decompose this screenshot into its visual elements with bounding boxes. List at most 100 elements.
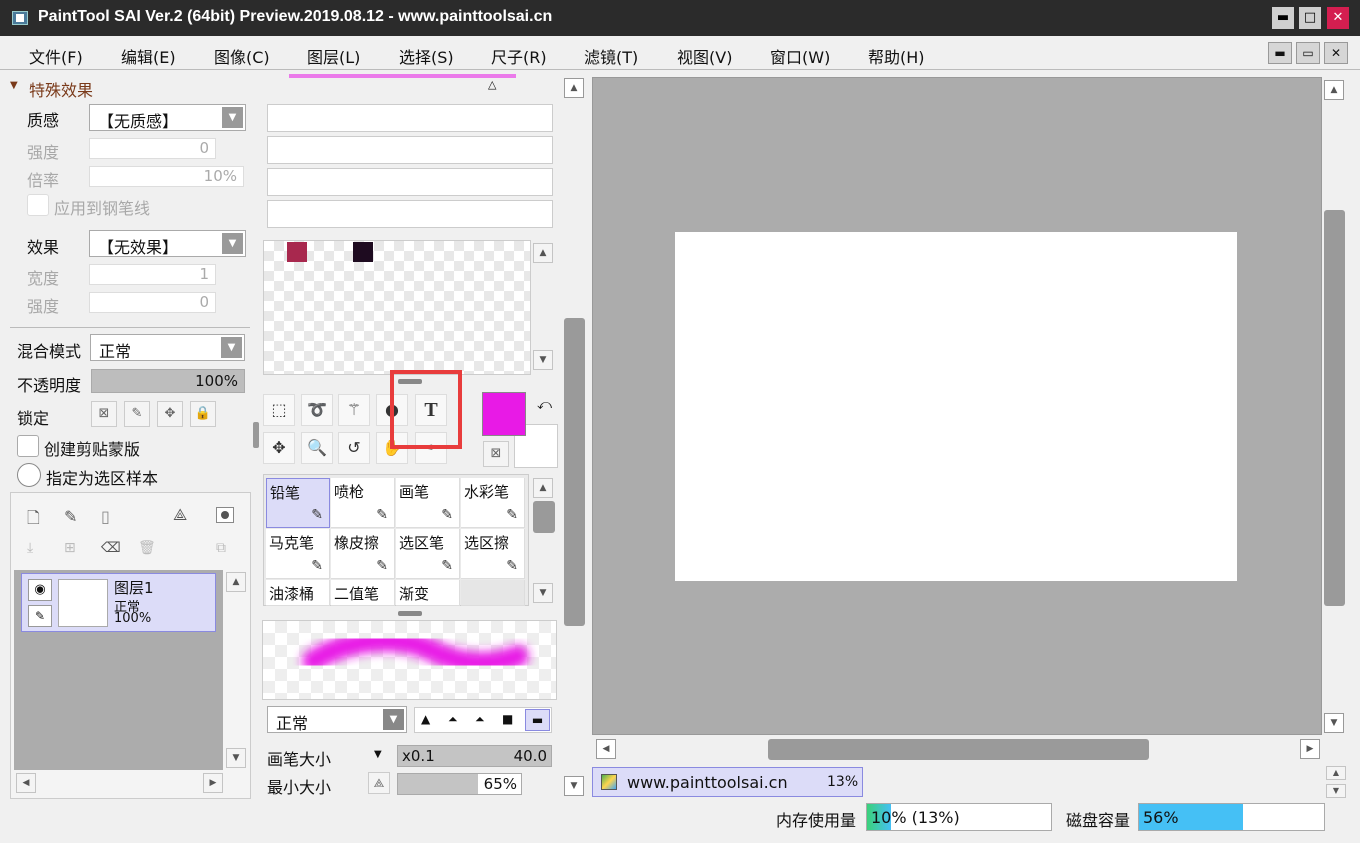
mdi-close-icon[interactable]: ✕	[1324, 42, 1348, 64]
brush-scroll-thumb[interactable]	[533, 501, 555, 533]
brush-slot-pencil[interactable]: 铅笔 ✎	[266, 478, 330, 528]
menu-select[interactable]: 选择(S)	[399, 44, 454, 68]
chevron-down-icon[interactable]: ▼	[374, 749, 382, 760]
layer-row[interactable]: ◉ ✎ 图层1 正常 100%	[21, 573, 216, 632]
brush-slot-empty[interactable]	[461, 580, 525, 606]
scroll-up-icon[interactable]: ▲	[1324, 80, 1344, 100]
clip-mask-checkbox[interactable]	[17, 435, 39, 457]
scroll-up-icon[interactable]: ▲	[226, 572, 246, 592]
tab-scroll-down-icon[interactable]: ▼	[1326, 784, 1346, 798]
scroll-down-icon[interactable]: ▼	[1324, 713, 1344, 733]
menu-file[interactable]: 文件(F)	[29, 44, 83, 68]
tab-scroll-up-icon[interactable]: ▲	[1326, 766, 1346, 780]
brush-slot-marker[interactable]: 马克笔 ✎	[266, 529, 330, 579]
clear-layer-icon[interactable]: ⌫	[101, 540, 121, 556]
menu-edit[interactable]: 编辑(E)	[121, 44, 176, 68]
menu-image[interactable]: 图像(C)	[214, 44, 270, 68]
pencil-icon[interactable]: ✎	[28, 605, 52, 627]
strength2-slider[interactable]: 0	[89, 292, 216, 313]
blend-mode-select[interactable]: 正常 ▼	[90, 334, 245, 361]
color-slider-4[interactable]	[267, 200, 553, 228]
menu-filter[interactable]: 滤镜(T)	[584, 44, 638, 68]
mask-icon[interactable]	[216, 507, 234, 523]
menu-help[interactable]: 帮助(H)	[868, 44, 925, 68]
scroll-up-icon[interactable]: ▲	[533, 478, 553, 498]
brush-shape-sharp-icon[interactable]: ▲	[421, 712, 430, 726]
magic-wand-tool-icon[interactable]: ⚚	[338, 394, 370, 426]
brush-slot-binary-pen[interactable]: 二值笔	[331, 580, 395, 606]
document-tab[interactable]: www.painttoolsai.cn 13%	[592, 767, 863, 797]
brush-shape-square-icon[interactable]: ▬	[525, 709, 550, 731]
brush-slot-bucket[interactable]: 油漆桶	[266, 580, 330, 606]
lock-all-icon[interactable]: 🔒	[190, 401, 216, 427]
lasso-tool-icon[interactable]: ➰	[301, 394, 333, 426]
color-slider-1[interactable]	[267, 104, 553, 132]
lock-paint-icon[interactable]: ✎	[124, 401, 150, 427]
swap-colors-icon[interactable]: ⤺	[537, 397, 552, 413]
new-folder-icon[interactable]: ▯	[101, 507, 110, 526]
brush-shape-soft-icon[interactable]: ⏶	[475, 712, 485, 727]
width-slider[interactable]: 1	[89, 264, 216, 285]
menu-window[interactable]: 窗口(W)	[770, 44, 830, 68]
texture-select[interactable]: 【无质感】 ▼	[89, 104, 246, 131]
scroll-left-icon[interactable]: ◀	[16, 773, 36, 793]
move-tool-icon[interactable]: ✥	[263, 432, 295, 464]
menu-ruler[interactable]: 尺子(R)	[491, 44, 547, 68]
foreground-color[interactable]	[482, 392, 526, 436]
lock-transparency-icon[interactable]: ⊠	[91, 401, 117, 427]
scroll-down-icon[interactable]: ▼	[226, 748, 246, 768]
scroll-up-icon[interactable]: ▲	[533, 243, 553, 263]
collapse-arrow-icon[interactable]: ▼	[10, 80, 18, 91]
brush-slot-gradient[interactable]: 渐变	[396, 580, 460, 606]
pressure-icon[interactable]: ⟁	[368, 772, 390, 794]
eye-icon[interactable]: ◉	[28, 579, 52, 601]
opacity-slider[interactable]: 100%	[91, 369, 245, 393]
layer-effect-icon[interactable]: ⟁	[173, 505, 187, 525]
apply-pen-checkbox[interactable]	[27, 194, 49, 216]
effect-select[interactable]: 【无效果】 ▼	[89, 230, 246, 257]
panel-resize-handle[interactable]	[398, 611, 422, 616]
middle-scroll-thumb[interactable]	[564, 318, 585, 626]
scale-slider[interactable]: 10%	[89, 166, 244, 187]
rotate-tool-icon[interactable]: ↺	[338, 432, 370, 464]
brush-slot-eraser[interactable]: 橡皮擦 ✎	[331, 529, 395, 579]
brush-shape-round-icon[interactable]: ⏶	[448, 712, 458, 727]
maximize-icon[interactable]: □	[1299, 7, 1321, 29]
zoom-tool-icon[interactable]: 🔍	[301, 432, 333, 464]
lock-move-icon[interactable]: ✥	[157, 401, 183, 427]
brush-slot-watercolor[interactable]: 水彩笔 ✎	[461, 478, 525, 528]
scroll-up-icon[interactable]: ▲	[564, 78, 584, 98]
scroll-left-icon[interactable]: ◀	[596, 739, 616, 759]
brush-slot-brush[interactable]: 画笔 ✎	[396, 478, 460, 528]
mdi-restore-icon[interactable]: ▭	[1296, 42, 1320, 64]
panel-resize-handle[interactable]	[253, 422, 259, 448]
color-swatch[interactable]	[353, 242, 373, 262]
scroll-down-icon[interactable]: ▼	[564, 776, 584, 796]
color-swatch[interactable]	[287, 242, 307, 262]
minimize-icon[interactable]: ▬	[1272, 7, 1294, 29]
canvas-vscroll-thumb[interactable]	[1324, 210, 1345, 606]
scroll-right-icon[interactable]: ▶	[203, 773, 223, 793]
close-icon[interactable]: ✕	[1327, 7, 1349, 29]
new-layer-icon[interactable]: 🗋	[27, 507, 40, 534]
brush-slot-airbrush[interactable]: 喷枪 ✎	[331, 478, 395, 528]
canvas-hscroll-thumb[interactable]	[768, 739, 1149, 760]
new-linework-layer-icon[interactable]: ✎	[64, 507, 77, 526]
mdi-minimize-icon[interactable]: ▬	[1268, 42, 1292, 64]
sample-radio[interactable]	[17, 463, 41, 487]
merge-down-icon[interactable]: ⤓	[27, 540, 33, 556]
transparent-color-icon[interactable]: ⊠	[483, 441, 509, 467]
strength-slider[interactable]: 0	[89, 138, 216, 159]
effects-section-title[interactable]: 特殊效果	[29, 77, 93, 101]
rect-select-tool-icon[interactable]: ⬚	[263, 394, 295, 426]
brush-size-slider[interactable]: x0.1 40.0	[397, 745, 552, 767]
copy-layer-icon[interactable]: ⊞	[64, 540, 76, 556]
min-size-slider[interactable]: 65%	[397, 773, 522, 795]
menu-layer[interactable]: 图层(L)	[307, 44, 360, 68]
scroll-down-icon[interactable]: ▼	[533, 350, 553, 370]
merge-visible-icon[interactable]: ⧉	[216, 540, 226, 556]
delete-layer-icon[interactable]: 🗑	[138, 540, 156, 556]
scroll-right-icon[interactable]: ▶	[1300, 739, 1320, 759]
brush-slot-select-pen[interactable]: 选区笔 ✎	[396, 529, 460, 579]
brush-slot-select-eraser[interactable]: 选区擦 ✎	[461, 529, 525, 579]
